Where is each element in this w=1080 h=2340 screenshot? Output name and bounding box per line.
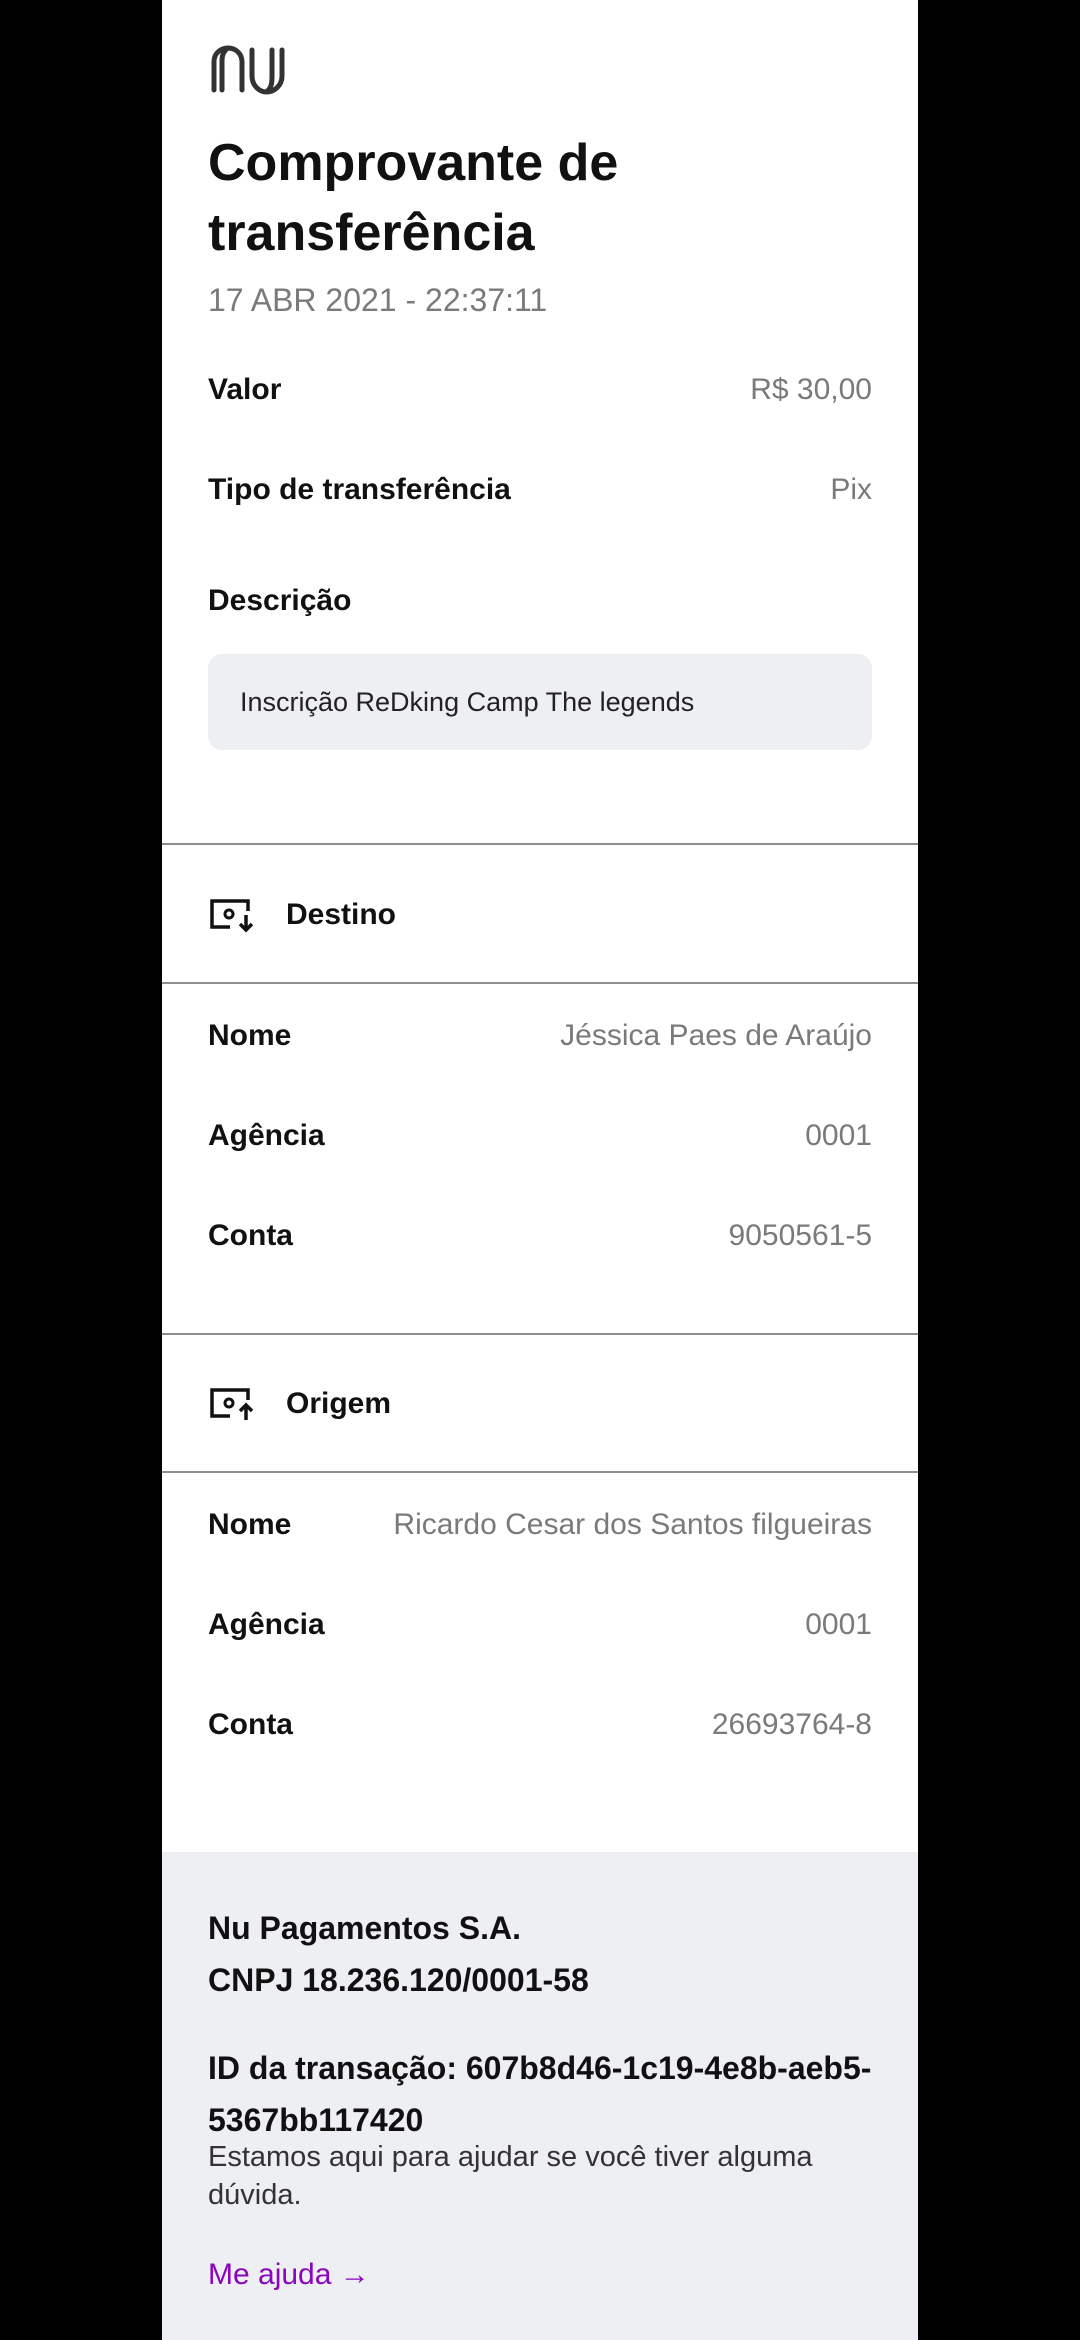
descricao-box: Inscrição ReDking Camp The legends (208, 654, 872, 750)
origem-agencia-label: Agência (208, 1608, 325, 1641)
company-cnpj: CNPJ 18.236.120/0001-58 (208, 1962, 589, 1998)
destino-nome-row: Nome Jéssica Paes de Araújo (208, 1012, 872, 1060)
destino-nome-value: Jéssica Paes de Araújo (560, 1019, 872, 1052)
origem-agencia-row: Agência 0001 (208, 1601, 872, 1649)
receipt-panel: Comprovante de transferência 17 ABR 2021… (162, 0, 918, 2340)
descricao-label: Descrição (208, 584, 352, 617)
destino-title: Destino (286, 898, 397, 931)
origem-nome-value: Ricardo Cesar dos Santos filgueiras (393, 1508, 872, 1541)
company-name: Nu Pagamentos S.A. (208, 1910, 521, 1946)
origem-conta-row: Conta 26693764-8 (208, 1701, 872, 1749)
page-title: Comprovante de transferência (208, 128, 888, 268)
divider (162, 1471, 918, 1473)
destino-agencia-value: 0001 (805, 1119, 872, 1152)
divider (162, 843, 918, 845)
transaction-id: ID da transação: 607b8d46-1c19-4e8b-aeb5… (208, 2050, 872, 2138)
account-incoming-icon (210, 899, 254, 933)
transfer-timestamp: 17 ABR 2021 - 22:37:11 (208, 282, 548, 318)
valor-value: R$ 30,00 (750, 373, 872, 406)
destino-nome-label: Nome (208, 1019, 292, 1052)
tipo-transferencia-label: Tipo de transferência (208, 473, 511, 506)
descricao-value: Inscrição ReDking Camp The legends (240, 686, 695, 717)
footer-panel: Nu Pagamentos S.A. CNPJ 18.236.120/0001-… (162, 1852, 918, 2340)
origem-conta-value: 26693764-8 (711, 1708, 872, 1741)
divider (162, 1333, 918, 1335)
destino-agencia-row: Agência 0001 (208, 1112, 872, 1160)
destino-agencia-label: Agência (208, 1119, 325, 1152)
destino-section-header: Destino (208, 885, 396, 945)
origem-nome-label: Nome (208, 1508, 292, 1541)
origem-title: Origem (286, 1387, 392, 1420)
help-link[interactable]: Me ajuda → (208, 2258, 370, 2292)
nubank-logo-icon (211, 45, 285, 95)
tipo-transferencia-row: Tipo de transferência Pix (208, 466, 872, 514)
divider (162, 982, 918, 984)
tipo-transferencia-value: Pix (830, 473, 872, 506)
page-title-line-2: transferência (208, 204, 535, 262)
valor-row: Valor R$ 30,00 (208, 366, 872, 414)
origem-agencia-value: 0001 (805, 1608, 872, 1641)
account-outgoing-icon (210, 1388, 254, 1420)
help-text: Estamos aqui para ajudar se você tiver a… (208, 2141, 813, 2211)
destino-conta-label: Conta (208, 1219, 293, 1252)
page-title-line-1: Comprovante de (208, 134, 619, 192)
destino-conta-row: Conta 9050561-5 (208, 1212, 872, 1260)
valor-label: Valor (208, 373, 282, 406)
origem-section-header: Origem (208, 1374, 391, 1434)
company-info: Nu Pagamentos S.A. CNPJ 18.236.120/0001-… (208, 1902, 888, 2006)
origem-nome-row: Nome Ricardo Cesar dos Santos filgueiras (208, 1501, 872, 1549)
origem-conta-label: Conta (208, 1708, 293, 1741)
destino-conta-value: 9050561-5 (728, 1219, 872, 1252)
